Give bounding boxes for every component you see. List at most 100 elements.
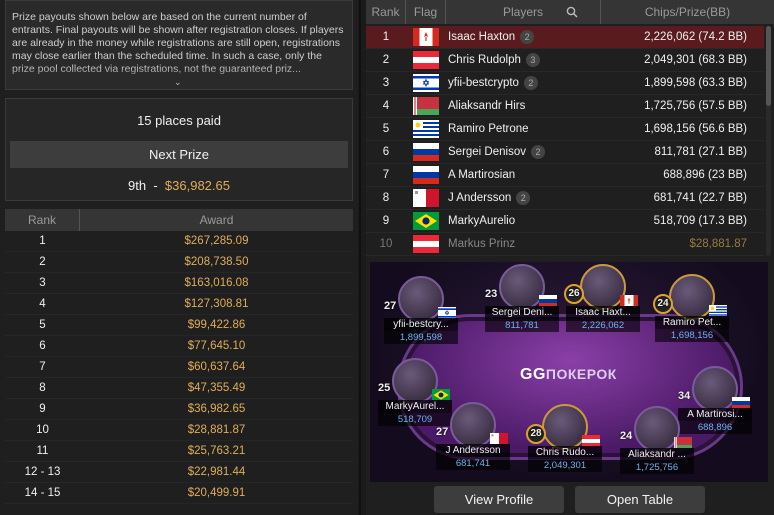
player-row[interactable]: 9 MarkyAurelio 518,709 (17.3 BB) bbox=[366, 210, 764, 233]
players-header-chips[interactable]: Chips/Prize(BB) bbox=[601, 0, 774, 24]
table-seat[interactable]: 27 yfii-bestcry... 1,899,598 bbox=[384, 276, 458, 344]
payout-info-box[interactable]: Prize payouts shown below are based on t… bbox=[5, 0, 353, 90]
award-amount: $60,637.64 bbox=[187, 361, 246, 373]
award-amount: $127,308.81 bbox=[184, 298, 249, 310]
award-rank: 8 bbox=[39, 382, 46, 394]
table-seat[interactable]: 24 Ramiro Pet... 1,698,156 bbox=[653, 274, 729, 342]
player-name: Ramiro Petrone bbox=[448, 123, 529, 135]
players-header-rank[interactable]: Rank bbox=[366, 0, 406, 24]
player-row[interactable]: 6 Sergei Denisov 2 811,781 (27.1 BB) bbox=[366, 141, 764, 164]
player-name: Aliaksandr Hirs bbox=[448, 100, 526, 112]
player-name: Markus Prinz bbox=[448, 238, 516, 250]
player-row[interactable]: 1 Isaac Haxton 2 2,226,062 (74.2 BB) bbox=[366, 26, 764, 49]
seat-level: 28 bbox=[526, 424, 546, 444]
player-row[interactable]: 4 Aliaksandr Hirs 1,725,756 (57.5 BB) bbox=[366, 95, 764, 118]
award-rank: 4 bbox=[39, 298, 46, 310]
player-rank: 6 bbox=[382, 146, 390, 158]
table-seat[interactable]: 28 Chris Rudo... 2,049,301 bbox=[526, 404, 602, 472]
seat-level: 24 bbox=[653, 294, 673, 314]
player-chips: 1,899,598 (63.3 BB) bbox=[644, 77, 747, 89]
award-row: 6 $77,645.10 bbox=[5, 336, 353, 357]
table-preview[interactable]: GGПОКЕРОК 27 yfii-bestcry... 1,899,598 23 Se… bbox=[370, 262, 768, 482]
player-rank: 1 bbox=[382, 31, 390, 43]
payout-panel: Prize payouts shown below are based on t… bbox=[0, 0, 358, 515]
player-count-tag: 2 bbox=[516, 191, 531, 205]
seat-level: 26 bbox=[564, 284, 584, 304]
player-name: A Martirosian bbox=[448, 169, 516, 181]
player-row[interactable]: 7 A Martirosian 688,896 (23 BB) bbox=[366, 164, 764, 187]
player-chips: 1,698,156 (56.6 BB) bbox=[644, 123, 747, 135]
award-amount: $25,763.21 bbox=[187, 445, 246, 457]
award-rank: 7 bbox=[39, 361, 46, 373]
seat-level: 27 bbox=[384, 300, 397, 312]
seat-chip-count: 681,741 bbox=[436, 457, 510, 470]
player-name: Sergei Denisov bbox=[448, 146, 526, 158]
player-row[interactable]: 10 Markus Prinz $28,881.87 bbox=[366, 233, 764, 256]
open-table-button[interactable]: Open Table bbox=[575, 486, 705, 513]
award-rank: 11 bbox=[36, 445, 49, 457]
seat-level: 24 bbox=[620, 430, 633, 442]
player-row[interactable]: 2 Chris Rudolph 3 2,049,301 (68.3 BB) bbox=[366, 49, 764, 72]
expand-chevron-icon[interactable]: ⌄ bbox=[174, 77, 182, 88]
seat-player-name: Isaac Haxt... bbox=[566, 306, 640, 319]
player-rank: 10 bbox=[379, 238, 393, 250]
player-rank: 4 bbox=[382, 100, 390, 112]
table-seat[interactable]: 24 Aliaksandr ... 1,725,756 bbox=[620, 406, 694, 474]
player-chips: 2,049,301 (68.3 BB) bbox=[644, 54, 747, 66]
player-name: J Andersson bbox=[448, 192, 512, 204]
russia-flag-icon bbox=[413, 143, 439, 161]
award-header-rank[interactable]: Rank bbox=[5, 209, 80, 231]
award-row: 11 $25,763.21 bbox=[5, 441, 353, 462]
player-row[interactable]: 5 Ramiro Petrone 1,698,156 (56.6 BB) bbox=[366, 118, 764, 141]
seat-player-name: Aliaksandr ... bbox=[620, 448, 694, 461]
player-count-tag: 2 bbox=[530, 145, 545, 159]
award-rank: 10 bbox=[36, 424, 49, 436]
award-rank: 9 bbox=[39, 403, 46, 415]
player-rank: 8 bbox=[382, 192, 390, 204]
search-icon[interactable] bbox=[566, 6, 578, 18]
award-row: 9 $36,982.65 bbox=[5, 399, 353, 420]
uruguay-flag-icon bbox=[709, 304, 727, 316]
seat-chip-count: 1,698,156 bbox=[655, 329, 729, 342]
players-header-players[interactable]: Players bbox=[446, 0, 601, 24]
award-amount: $267,285.09 bbox=[184, 235, 249, 247]
player-rank: 5 bbox=[382, 123, 390, 135]
places-paid-box: 15 places paid Next Prize 9th - $36,982.… bbox=[5, 98, 353, 201]
player-row[interactable]: 8 J Andersson 2 681,741 (22.7 BB) bbox=[366, 187, 764, 210]
players-scrollbar-thumb[interactable] bbox=[766, 26, 771, 106]
player-count-tag: 3 bbox=[525, 53, 540, 67]
player-chips: 688,896 (23 BB) bbox=[663, 169, 747, 181]
seat-chip-count: 1,899,598 bbox=[384, 331, 458, 344]
malta-flag-icon bbox=[490, 432, 508, 444]
award-row: 4 $127,308.81 bbox=[5, 294, 353, 315]
view-profile-button[interactable]: View Profile bbox=[434, 486, 564, 513]
seat-player-name: Chris Rudo... bbox=[528, 446, 602, 459]
player-row[interactable]: 3 yfii-bestcrypto 2 1,899,598 (63.3 BB) bbox=[366, 72, 764, 95]
players-header-flag[interactable]: Flag bbox=[406, 0, 446, 24]
seat-level: 23 bbox=[485, 288, 498, 300]
award-rank: 3 bbox=[39, 277, 46, 289]
award-rank: 2 bbox=[39, 256, 46, 268]
award-row: 12 - 13 $22,981.44 bbox=[5, 462, 353, 483]
israel-flag-icon bbox=[438, 306, 456, 318]
award-amount: $77,645.10 bbox=[187, 340, 246, 352]
award-rank: 12 - 13 bbox=[24, 466, 61, 478]
award-header-award[interactable]: Award bbox=[80, 209, 353, 231]
player-chips: 2,226,062 (74.2 BB) bbox=[644, 31, 747, 43]
award-rank: 1 bbox=[39, 235, 46, 247]
israel-flag-icon bbox=[413, 74, 439, 92]
next-prize-label: Next Prize bbox=[10, 141, 348, 168]
next-prize-place: 9th bbox=[128, 178, 147, 193]
player-count-tag: 2 bbox=[520, 30, 535, 44]
players-header-label: Players bbox=[502, 5, 543, 19]
player-chips: $28,881.87 bbox=[689, 238, 747, 250]
table-seat[interactable]: 27 J Andersson 681,741 bbox=[436, 402, 510, 470]
players-scrollbar[interactable] bbox=[766, 26, 771, 256]
table-seat[interactable]: 26 Isaac Haxt... 2,226,062 bbox=[564, 264, 640, 332]
award-row: 8 $47,355.49 bbox=[5, 378, 353, 399]
player-name: yfii-bestcrypto bbox=[448, 77, 519, 89]
player-rank: 3 bbox=[382, 77, 390, 89]
award-amount: $47,355.49 bbox=[187, 382, 246, 394]
table-seat[interactable]: 23 Sergei Deni... 811,781 bbox=[485, 264, 559, 332]
canada-flag-icon bbox=[413, 28, 439, 46]
